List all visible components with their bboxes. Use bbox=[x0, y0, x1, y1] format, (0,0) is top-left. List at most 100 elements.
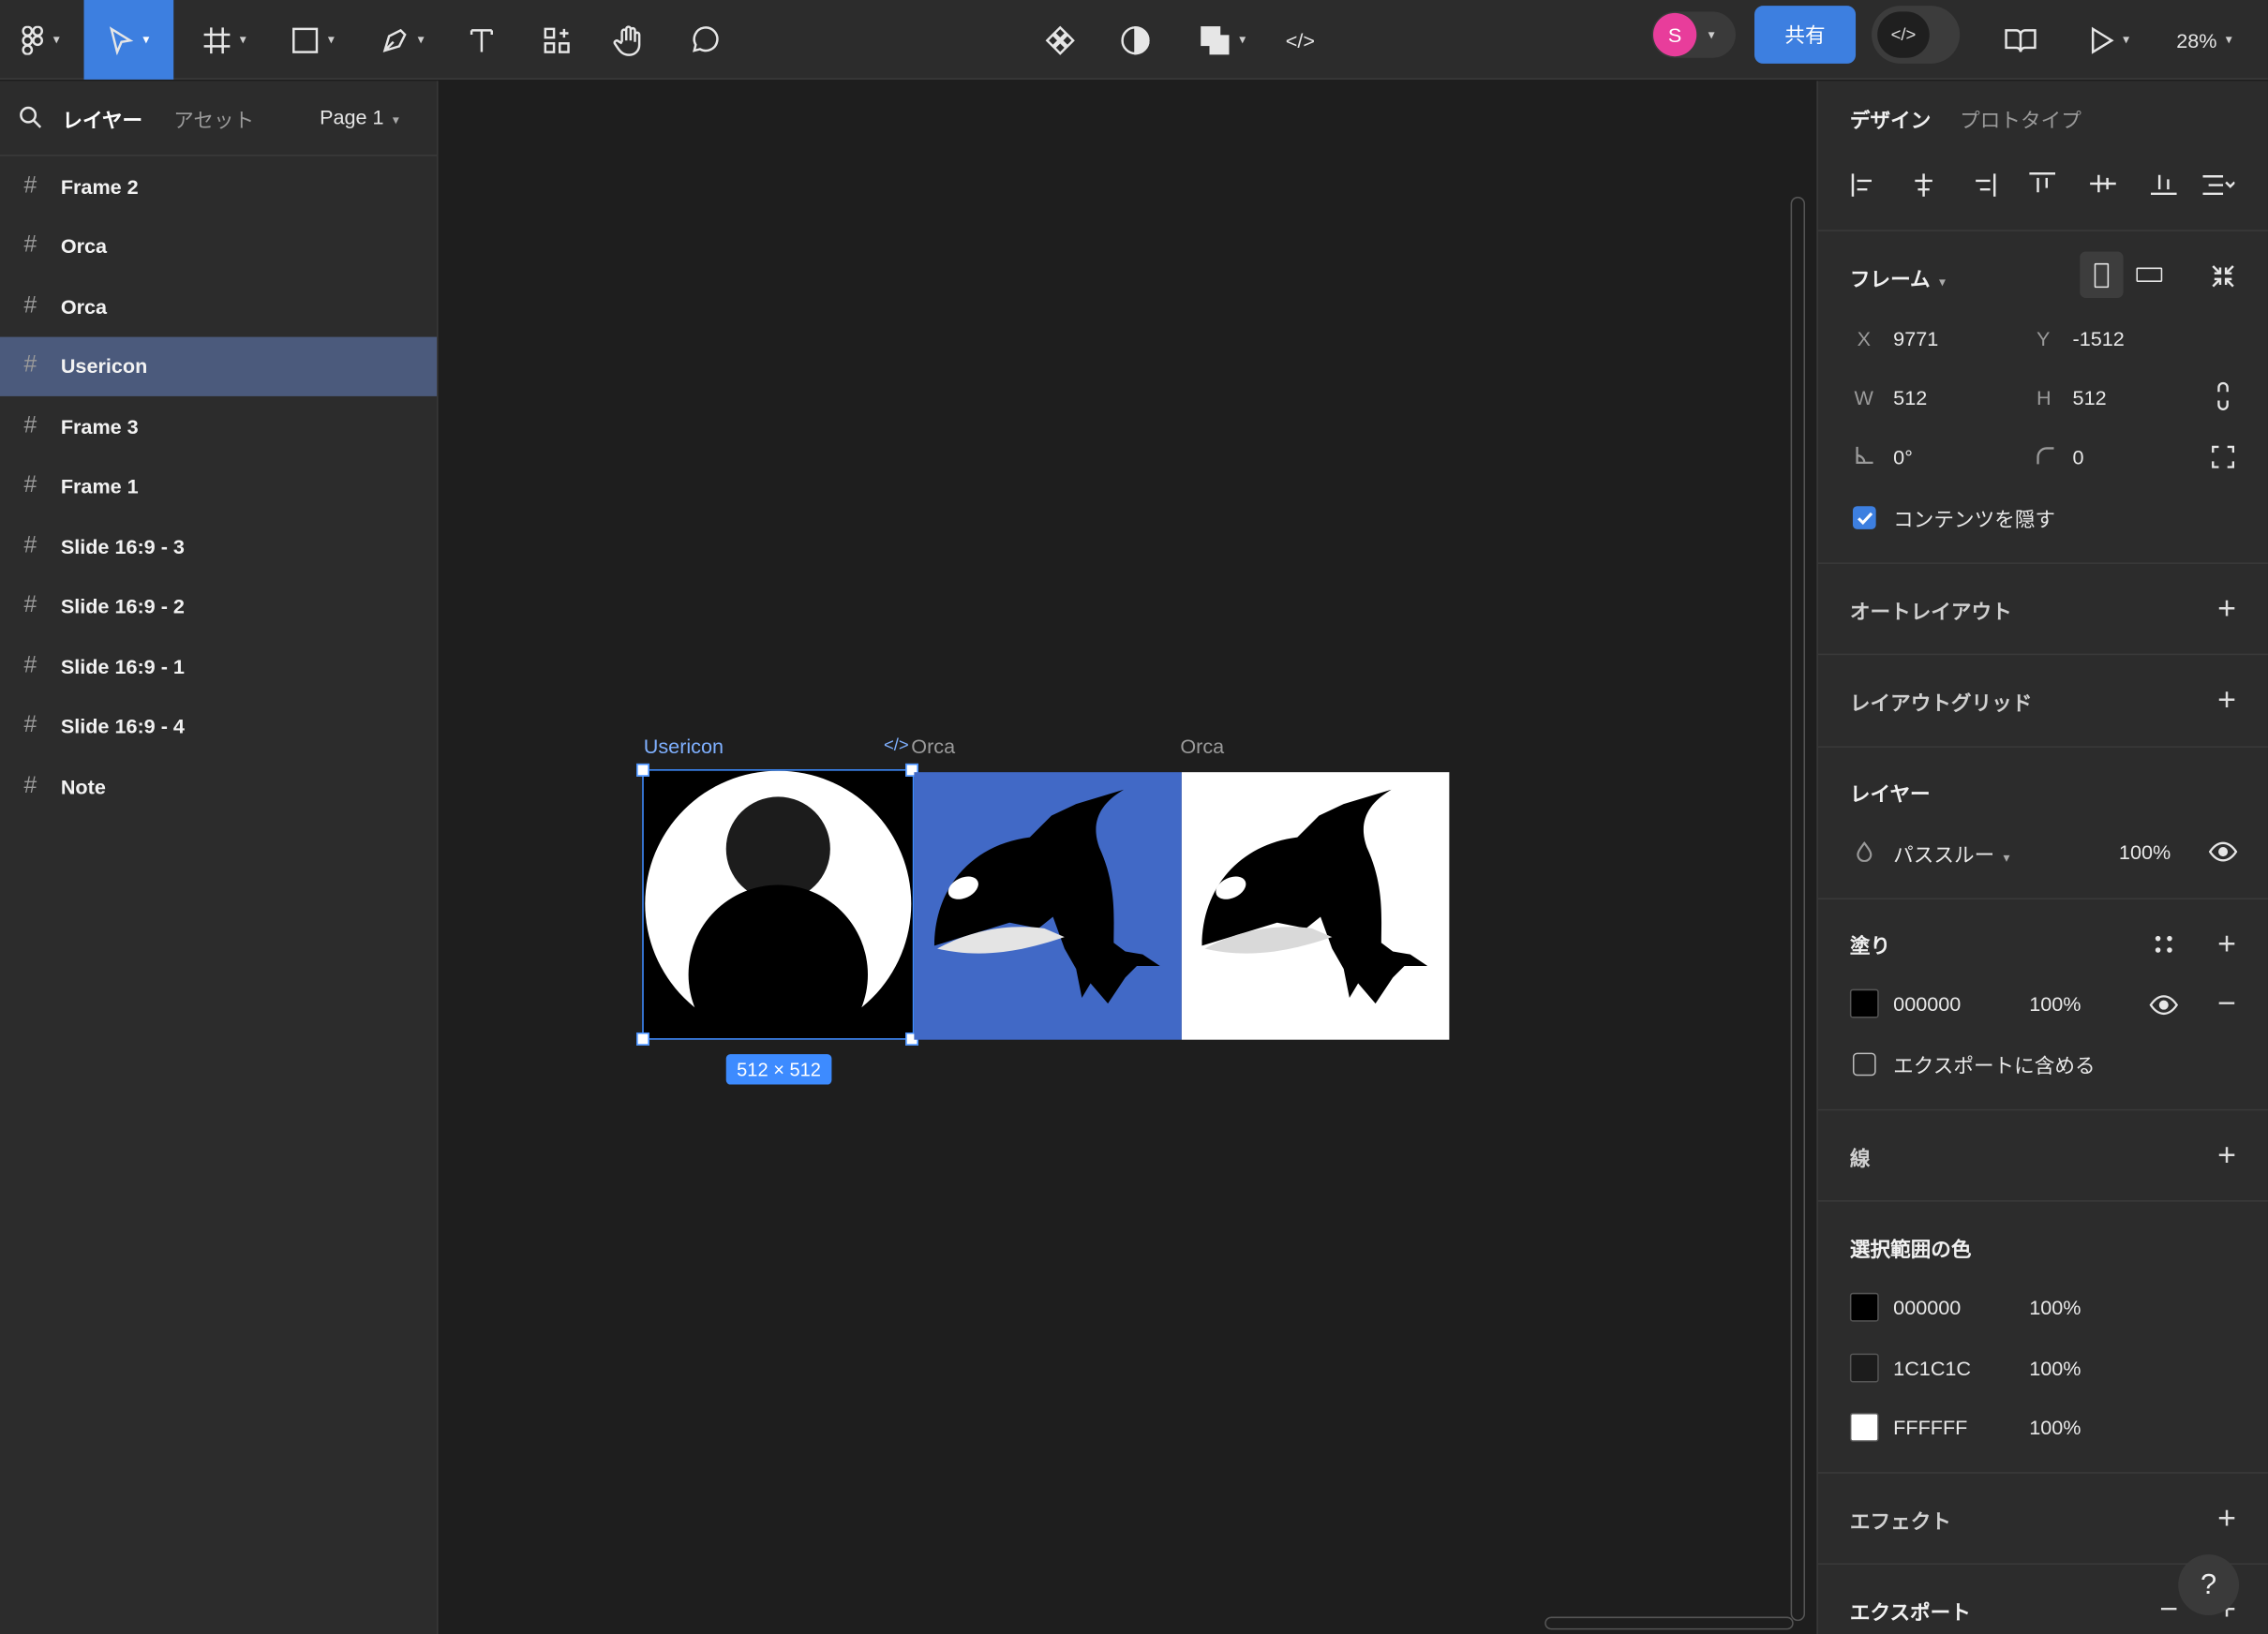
layer-opacity-input[interactable]: 100% bbox=[2119, 840, 2171, 864]
boolean-button[interactable]: ▾ bbox=[1186, 0, 1259, 80]
resize-handle[interactable] bbox=[636, 1032, 649, 1046]
frame-label-orca-2[interactable]: Orca bbox=[1180, 735, 1224, 758]
selection-color-hex[interactable]: 1C1C1C bbox=[1893, 1356, 1971, 1379]
align-left-icon[interactable] bbox=[1850, 173, 1876, 197]
rotation-input[interactable]: 0° bbox=[1893, 445, 1913, 468]
help-button[interactable]: ? bbox=[2178, 1554, 2240, 1615]
distribute-icon[interactable] bbox=[2202, 173, 2235, 197]
frame-orca-2[interactable] bbox=[1181, 772, 1450, 1040]
corner-radius-input[interactable]: 0 bbox=[2073, 445, 2084, 468]
tab-prototype[interactable]: プロトタイプ bbox=[1960, 106, 2081, 135]
rotation-icon bbox=[1856, 446, 1873, 465]
frame-section-title[interactable]: フレーム ▾ bbox=[1850, 264, 1946, 293]
clip-content-checkbox[interactable] bbox=[1852, 506, 1876, 529]
frame-label-usericon[interactable]: Usericon bbox=[644, 735, 724, 758]
layer-row[interactable]: # Note bbox=[0, 756, 437, 815]
shape-tool-button[interactable]: ▾ bbox=[275, 0, 350, 80]
layer-row[interactable]: # Slide 16:9 - 2 bbox=[0, 576, 437, 635]
fill-opacity-input[interactable]: 100% bbox=[2029, 992, 2081, 1016]
align-bottom-icon[interactable] bbox=[2150, 171, 2177, 197]
x-input[interactable]: 9771 bbox=[1893, 327, 1938, 350]
comment-tool-button[interactable] bbox=[679, 0, 728, 80]
eye-icon[interactable] bbox=[2149, 995, 2179, 1016]
selection-color-opacity[interactable]: 100% bbox=[2029, 1356, 2081, 1379]
align-right-icon[interactable] bbox=[1972, 173, 1998, 197]
add-auto-layout-button[interactable]: + bbox=[2217, 592, 2236, 625]
layer-row[interactable]: # Slide 16:9 - 3 bbox=[0, 516, 437, 575]
export-include-checkbox[interactable] bbox=[1852, 1052, 1876, 1077]
dev-mode-toggle[interactable]: </> bbox=[1872, 6, 1961, 64]
tab-assets[interactable]: アセット bbox=[173, 106, 254, 135]
layer-row[interactable]: # Usericon bbox=[0, 335, 438, 396]
add-layout-grid-button[interactable]: + bbox=[2217, 683, 2236, 716]
selection-color-swatch[interactable] bbox=[1849, 1352, 1879, 1382]
selection-color-hex[interactable]: FFFFFF bbox=[1893, 1416, 1967, 1439]
fill-color-swatch[interactable] bbox=[1849, 988, 1879, 1018]
landscape-orientation-button[interactable] bbox=[2127, 252, 2171, 298]
add-fill-button[interactable]: + bbox=[2217, 928, 2236, 960]
layer-row[interactable]: # Frame 2 bbox=[0, 156, 437, 215]
layer-row[interactable]: # Orca bbox=[0, 216, 437, 275]
layer-row[interactable]: # Orca bbox=[0, 276, 437, 335]
remove-fill-button[interactable]: − bbox=[2217, 987, 2236, 1019]
blend-mode-select[interactable]: パススルー ▾ bbox=[1893, 840, 2009, 869]
add-stroke-button[interactable]: + bbox=[2217, 1138, 2236, 1171]
layer-row[interactable]: # Frame 3 bbox=[0, 396, 437, 455]
present-button[interactable]: ▾ bbox=[2077, 0, 2141, 80]
independent-corners-icon[interactable] bbox=[2212, 445, 2235, 468]
frame-tool-button[interactable]: ▾ bbox=[188, 0, 261, 80]
tab-design[interactable]: デザイン bbox=[1850, 106, 1931, 135]
main-menu-button[interactable]: ▾ bbox=[0, 0, 81, 80]
add-effect-button[interactable]: + bbox=[2217, 1502, 2236, 1535]
selection-color-swatch[interactable] bbox=[1849, 1412, 1879, 1442]
resources-tool-button[interactable] bbox=[532, 0, 581, 80]
portrait-orientation-button[interactable] bbox=[2080, 251, 2124, 298]
constrain-proportions-icon[interactable] bbox=[2215, 381, 2232, 410]
mask-button[interactable] bbox=[1111, 0, 1159, 80]
align-top-icon[interactable] bbox=[2029, 171, 2056, 197]
page-selector[interactable]: Page 1 ▾ bbox=[320, 106, 399, 129]
selection-color-opacity[interactable]: 100% bbox=[2029, 1416, 2081, 1439]
frame-label-orca-1[interactable]: Orca bbox=[911, 735, 955, 758]
frame-orca-1[interactable] bbox=[914, 772, 1182, 1040]
layer-row[interactable]: # Frame 1 bbox=[0, 456, 437, 515]
align-horizontal-center-icon[interactable] bbox=[1911, 173, 1937, 197]
styles-grid-icon[interactable] bbox=[2154, 934, 2174, 955]
comment-icon bbox=[693, 25, 719, 52]
selection-color-opacity[interactable]: 100% bbox=[2029, 1296, 2081, 1319]
dev-code-button[interactable]: </> bbox=[1276, 0, 1324, 80]
chevron-down-icon: ▾ bbox=[2225, 31, 2232, 47]
layer-row[interactable]: # Slide 16:9 - 4 bbox=[0, 696, 437, 755]
resize-to-fit-icon[interactable] bbox=[2210, 263, 2236, 290]
layer-row[interactable]: # Slide 16:9 - 1 bbox=[0, 636, 437, 695]
search-icon[interactable] bbox=[19, 106, 42, 129]
pen-icon bbox=[382, 28, 407, 52]
selection-color-swatch[interactable] bbox=[1849, 1292, 1879, 1322]
resize-handle[interactable] bbox=[636, 763, 649, 777]
checkmark-icon bbox=[1857, 512, 1873, 525]
y-input[interactable]: -1512 bbox=[2073, 327, 2125, 350]
share-button[interactable]: 共有 bbox=[1754, 6, 1857, 64]
eye-icon[interactable] bbox=[2208, 841, 2238, 862]
horizontal-scrollbar[interactable] bbox=[1544, 1616, 1794, 1630]
user-avatar-menu[interactable]: S ▾ bbox=[1651, 11, 1736, 58]
h-label: H bbox=[2036, 386, 2052, 409]
remove-export-button[interactable]: − bbox=[2159, 1593, 2178, 1626]
selection-color-hex[interactable]: 000000 bbox=[1893, 1296, 1961, 1319]
move-tool-button[interactable]: ▾ bbox=[83, 0, 174, 80]
zoom-menu[interactable]: 28% ▾ bbox=[2161, 0, 2248, 80]
component-button[interactable] bbox=[1036, 0, 1084, 80]
vertical-scrollbar[interactable] bbox=[1790, 196, 1806, 1622]
pen-tool-button[interactable]: ▾ bbox=[365, 0, 440, 80]
hand-tool-button[interactable] bbox=[604, 0, 653, 80]
align-vertical-center-icon[interactable] bbox=[2090, 171, 2116, 197]
height-input[interactable]: 512 bbox=[2073, 386, 2107, 409]
canvas[interactable]: Usericon </> Orca Orca 512 × 512 bbox=[438, 81, 1817, 1634]
library-button[interactable] bbox=[1996, 0, 2045, 80]
fill-hex-input[interactable]: 000000 bbox=[1893, 992, 1961, 1016]
contrast-icon bbox=[1121, 25, 1150, 54]
tab-layers[interactable]: レイヤー bbox=[62, 106, 142, 135]
text-tool-button[interactable] bbox=[457, 0, 506, 80]
width-input[interactable]: 512 bbox=[1893, 386, 1927, 409]
page-name: Page 1 bbox=[320, 105, 384, 129]
